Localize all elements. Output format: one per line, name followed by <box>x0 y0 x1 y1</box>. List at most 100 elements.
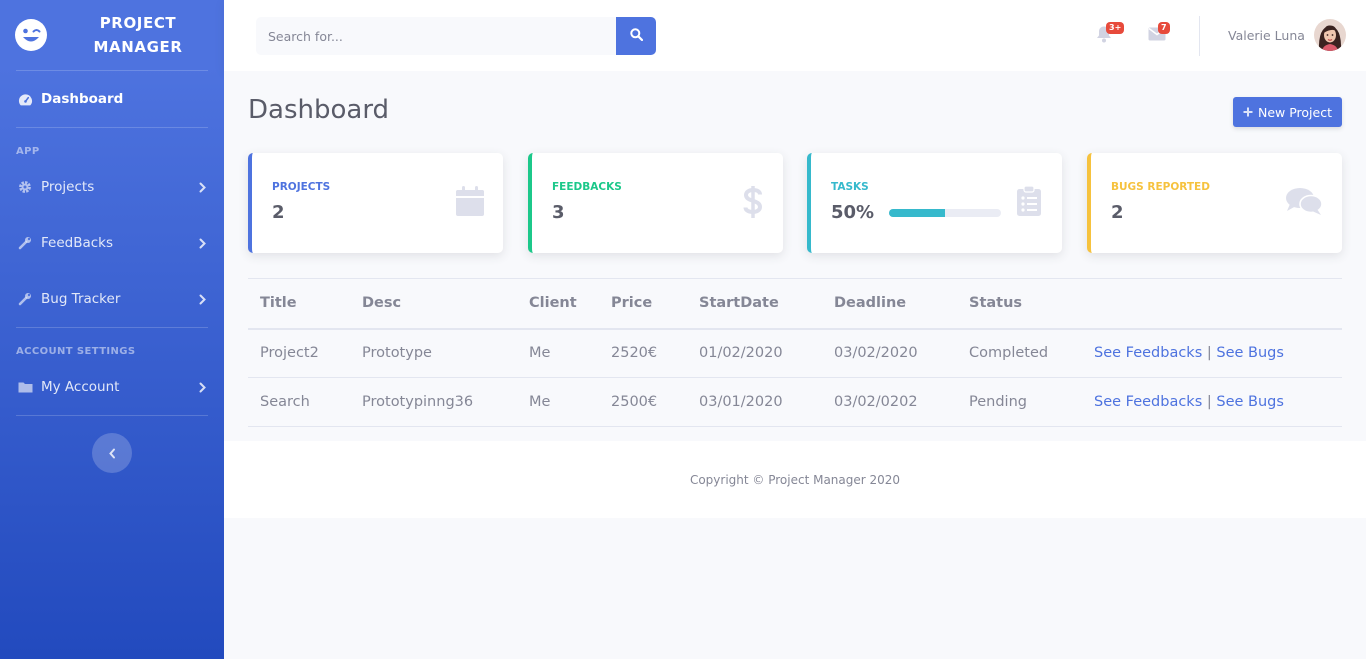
sidebar-toggle-button[interactable] <box>92 433 132 473</box>
column-header: Status <box>957 278 1082 330</box>
column-header: Price <box>599 278 687 330</box>
sidebar-divider <box>16 415 208 416</box>
column-header: Deadline <box>822 278 957 330</box>
sidebar-heading-app: APP <box>16 146 40 157</box>
messages-badge: 7 <box>1158 22 1170 34</box>
topbar-divider <box>1199 16 1200 56</box>
see-bugs-link[interactable]: See Bugs <box>1216 394 1284 410</box>
see-feedbacks-link[interactable]: See Feedbacks <box>1094 345 1202 361</box>
table-row: Project2 Prototype Me 2520€ 01/02/2020 0… <box>248 328 1342 378</box>
chevron-right-icon <box>196 182 208 193</box>
card-value: 2 <box>1111 202 1124 223</box>
cell-actions: See Feedbacks | See Bugs <box>1082 328 1342 378</box>
main-content: Dashboard New Project Projects 2 Feedbac… <box>224 71 1366 441</box>
wrench-icon <box>16 236 34 250</box>
stat-card-tasks: Tasks 50% <box>807 153 1062 253</box>
cell-start-date: 03/01/2020 <box>687 377 822 427</box>
sidebar-item-dashboard[interactable]: Dashboard <box>0 71 224 127</box>
chevron-right-icon <box>196 294 208 305</box>
stat-card-projects: Projects 2 <box>248 153 503 253</box>
see-bugs-link[interactable]: See Bugs <box>1216 345 1284 361</box>
table-row: Search Prototypinng36 Me 2500€ 03/01/202… <box>248 377 1342 427</box>
alerts-button[interactable]: 3+ <box>1096 22 1125 47</box>
cell-start-date: 01/02/2020 <box>687 328 822 378</box>
brand-line1: PROJECT <box>99 14 177 32</box>
link-separator: | <box>1206 345 1212 362</box>
copyright-text: Copyright © Project Manager 2020 <box>689 472 901 487</box>
sidebar-item-feedbacks[interactable]: FeedBacks <box>0 215 224 271</box>
card-label: Projects <box>272 181 331 193</box>
sidebar-item-my-account[interactable]: My Account <box>0 359 224 415</box>
sidebar-item-label: Dashboard <box>41 91 124 107</box>
cog-icon <box>16 180 34 194</box>
stat-card-bugs-reported: Bugs Reported 2 <box>1087 153 1342 253</box>
messages-button[interactable]: 7 <box>1148 22 1170 47</box>
projects-table: Title Desc Client Price StartDate Deadli… <box>248 278 1342 427</box>
footer: Copyright © Project Manager 2020 <box>224 441 1366 518</box>
brand-line2: MANAGER <box>93 38 183 56</box>
stat-card-feedbacks: Feedbacks 3 <box>528 153 783 253</box>
tasks-progress-bar <box>889 209 1001 217</box>
column-header: Client <box>517 278 599 330</box>
cell-client: Me <box>517 328 599 378</box>
search-button[interactable] <box>616 17 656 55</box>
cell-desc: Prototype <box>350 328 517 378</box>
topbar: 3+ 7 Valerie Luna <box>224 0 1366 71</box>
link-separator: | <box>1206 394 1212 410</box>
card-value: 2 <box>272 202 285 223</box>
cell-deadline: 03/02/2020 <box>822 328 957 378</box>
sidebar-item-label: My Account <box>41 379 120 395</box>
search-icon <box>629 28 643 44</box>
alerts-badge: 3+ <box>1106 22 1125 34</box>
comments-icon <box>1285 187 1323 221</box>
sidebar-item-projects[interactable]: Projects <box>0 159 224 215</box>
user-name: Valerie Luna <box>1228 27 1305 43</box>
new-project-button[interactable]: New Project <box>1233 97 1342 127</box>
card-label: Bugs Reported <box>1111 181 1210 193</box>
new-project-label: New Project <box>1257 104 1332 120</box>
cell-status: Completed <box>957 328 1082 378</box>
search-input[interactable] <box>256 17 616 55</box>
clipboard-list-icon <box>1016 185 1042 221</box>
search-bar <box>256 17 656 55</box>
user-menu[interactable]: Valerie Luna <box>1228 19 1346 51</box>
sidebar-item-label: Bug Tracker <box>41 291 121 307</box>
card-label: Tasks <box>831 181 869 193</box>
card-label: Feedbacks <box>552 181 622 193</box>
chevron-right-icon <box>196 382 208 393</box>
table-header-row: Title Desc Client Price StartDate Deadli… <box>248 278 1342 330</box>
wrench-icon <box>16 292 34 306</box>
tachometer-icon <box>16 93 34 106</box>
chevron-left-icon <box>108 444 116 463</box>
brand-title: PROJECT MANAGER <box>68 11 208 59</box>
sidebar-item-label: Projects <box>41 179 95 195</box>
sidebar-item-bug-tracker[interactable]: Bug Tracker <box>0 271 224 327</box>
avatar <box>1313 19 1346 51</box>
laugh-wink-icon <box>14 18 48 52</box>
cell-actions: See Feedbacks | See Bugs <box>1082 377 1342 427</box>
cell-title: Project2 <box>248 328 350 378</box>
dollar-icon <box>743 185 763 223</box>
column-header: Desc <box>350 278 517 330</box>
cell-price: 2520€ <box>599 328 687 378</box>
card-value: 50% <box>831 202 875 223</box>
see-feedbacks-link[interactable]: See Feedbacks <box>1094 394 1202 410</box>
folder-icon <box>16 381 34 393</box>
column-header-actions <box>1082 278 1342 330</box>
column-header: Title <box>248 278 350 330</box>
chevron-right-icon <box>196 238 208 249</box>
calendar-icon <box>455 185 485 221</box>
cell-price: 2500€ <box>599 377 687 427</box>
sidebar: PROJECT MANAGER Dashboard APP Projects F… <box>0 0 224 659</box>
page-title: Dashboard <box>248 95 390 125</box>
sidebar-heading-account: ACCOUNT SETTINGS <box>16 346 136 357</box>
column-header: StartDate <box>687 278 822 330</box>
card-value: 3 <box>552 202 565 223</box>
cell-title: Search <box>248 377 350 427</box>
plus-icon <box>1243 105 1253 120</box>
cell-deadline: 03/02/0202 <box>822 377 957 427</box>
brand[interactable]: PROJECT MANAGER <box>0 0 224 70</box>
cell-status: Pending <box>957 377 1082 427</box>
progress-fill <box>889 209 945 217</box>
sidebar-item-label: FeedBacks <box>41 235 114 251</box>
